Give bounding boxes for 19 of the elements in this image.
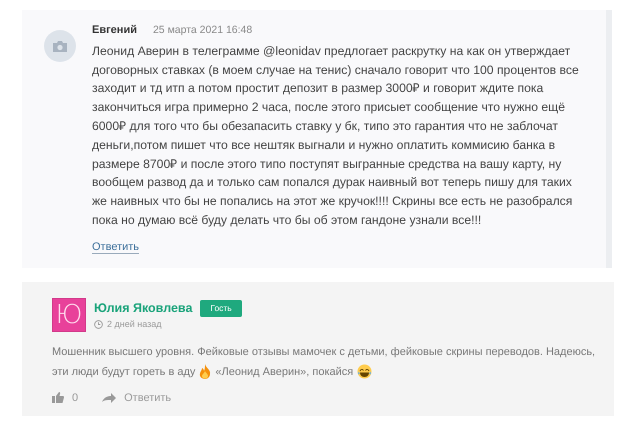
reply-link[interactable]: Ответить [92, 240, 140, 254]
reply-link[interactable]: Ответить [124, 390, 172, 406]
comment-text: Леонид Аверин в телеграмме @leonidav предлогает раскрутку на как он утверждает договорных ставках (в моем случае на тенис) сначало говорит что 100 процентов все заходит и тд итп а потом простит депозит в размер 3000₽ и говорит ждите пока закончиться игра примерно 2 часа, после этого присыет сообщение что нужно ещё 6000₽ для того что бы обезапасить ставку у бк, типо это гарантия что не заблочат деньги,потом пишет что все нештяк выгнали и нужно оплатить коммисию банка в размере 8700₽ и после этого типо поступят выгранные средства на вашу карту, ну вообщем развод да и только сам попался дурак наивный вот теперь пишу для таких же наивных что бы не попались на этот же кручок!!!! Скрины все есть не разобрался пока но думаю всё буду делать что бы об этом гандоне узнали все!!! [92, 42, 580, 229]
comment-text: Мошенник высшего уровня. Фейковые отзывы мамочек с детьми, фейковые скрины переводов. Надеюсь, [52, 344, 596, 360]
role-badge: Гость [200, 300, 242, 318]
comment-time: 2 дней назад [107, 318, 162, 332]
laughing-emoji-icon [357, 364, 372, 380]
clock-icon [94, 320, 103, 330]
reply-arrow-icon [102, 392, 116, 403]
avatar: Ю [52, 298, 86, 332]
like-count: 0 [72, 390, 78, 406]
camera-icon [52, 40, 68, 52]
comment-text: «Леонид Аверин», покайся [215, 364, 354, 380]
author-name: Евгений [92, 23, 137, 38]
comment-date: 25 марта 2021 16:48 [152, 23, 252, 38]
comment-text: эти люди будут гореть в аду [52, 364, 196, 380]
fire-emoji-icon [199, 364, 212, 380]
author-name: Юлия Яковлева [94, 300, 192, 318]
thumbs-up-icon [52, 392, 64, 404]
